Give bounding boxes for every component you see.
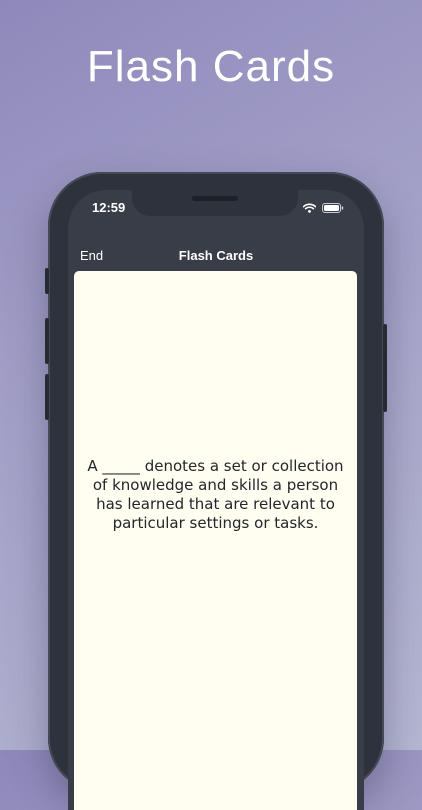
power-button (383, 324, 387, 412)
battery-icon (322, 200, 344, 218)
mute-switch (45, 268, 49, 294)
promo-title: Flash Cards (86, 42, 336, 91)
speaker-grille (192, 196, 238, 201)
volume-up-button (45, 318, 49, 364)
nav-title: Flash Cards (178, 248, 254, 263)
phone-screen: 12:59 End Flash Cards A _____ denotes a … (68, 190, 364, 810)
notch (132, 190, 298, 216)
wifi-icon (302, 200, 317, 218)
status-icons (302, 200, 344, 218)
volume-down-button (45, 374, 49, 420)
phone-frame: 12:59 End Flash Cards A _____ denotes a … (45, 172, 387, 810)
status-time: 12:59 (92, 200, 126, 215)
navigation-bar: End Flash Cards (68, 238, 364, 274)
flash-card[interactable]: A _____ denotes a set or collection of k… (74, 271, 357, 810)
card-question-text: A _____ denotes a set or collection of k… (87, 457, 344, 532)
